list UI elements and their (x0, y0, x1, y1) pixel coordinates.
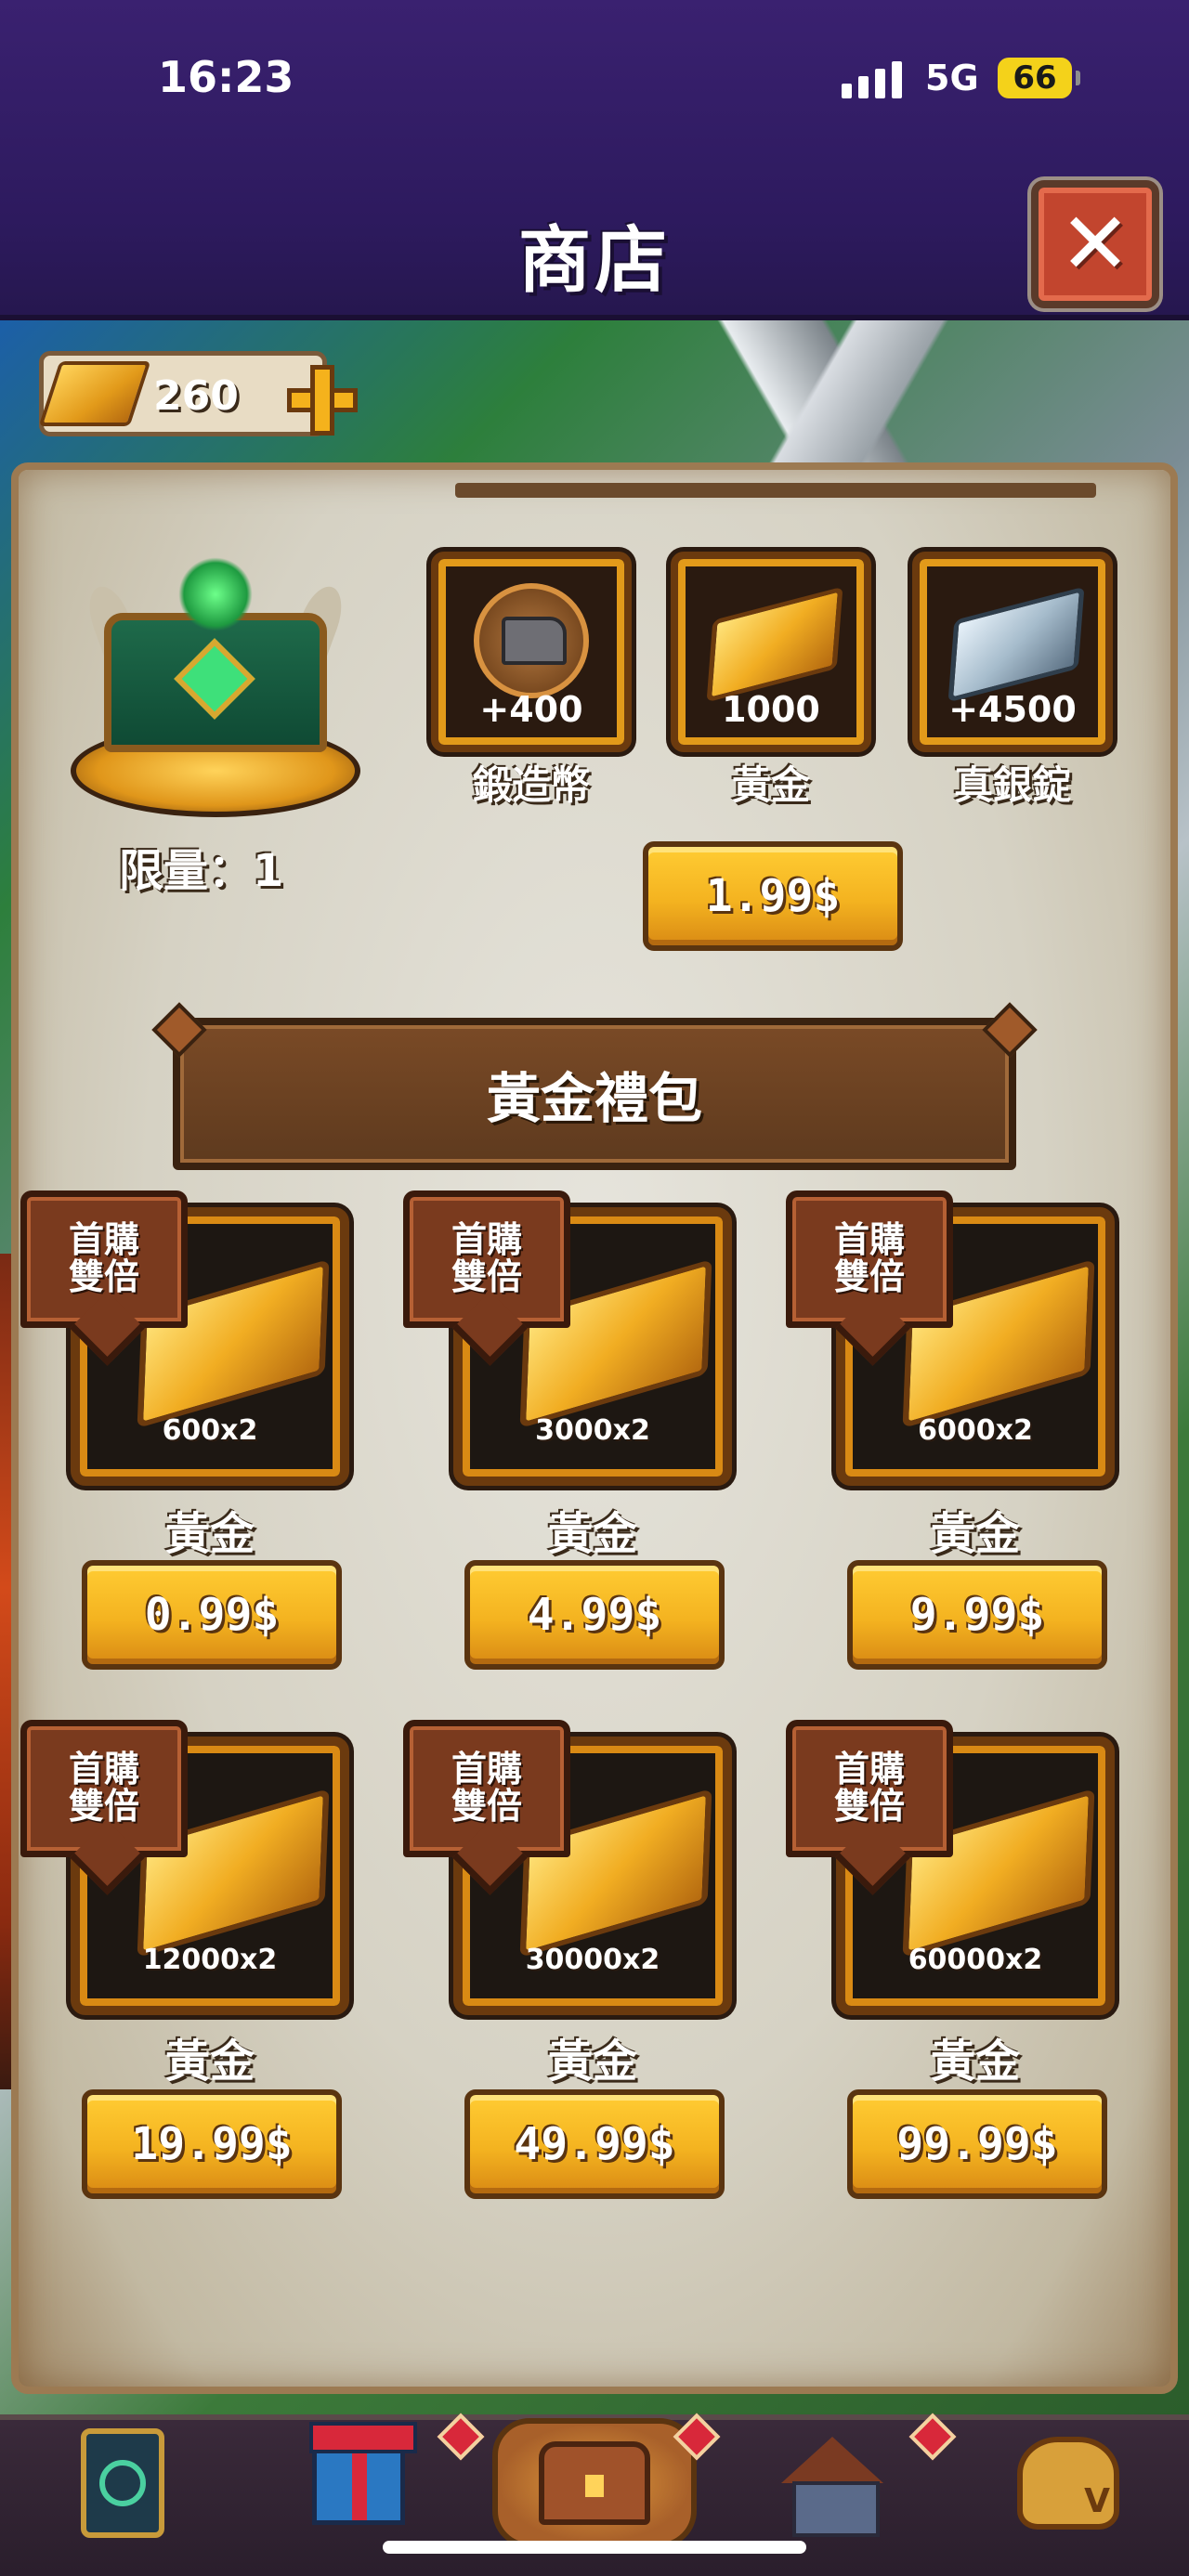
gold-bar-icon (38, 361, 151, 426)
item-quantity: 1000 (722, 689, 820, 730)
mountains-decoration (576, 320, 1096, 478)
offer-name: 黃金 (164, 2036, 255, 2088)
featured-price-button[interactable]: 1.99$ (643, 841, 903, 951)
nav-gifts[interactable] (294, 2418, 424, 2548)
badge-line2: 雙倍 (451, 1256, 522, 1297)
badge-line1: 首購 (833, 1219, 905, 1261)
offer-quantity: 3000x2 (535, 1414, 650, 1447)
item-quantity: +4500 (948, 689, 1077, 730)
close-button[interactable]: ✕ (1031, 180, 1159, 308)
anvil-coin-icon (474, 583, 589, 698)
featured-item-gold: 1000 (671, 552, 871, 752)
item-name: 黃金 (731, 762, 810, 808)
featured-item-forge-coin: +400 (431, 552, 632, 752)
offer-name: 黃金 (930, 1508, 1020, 1560)
gift-icon (309, 2422, 417, 2525)
house-icon (781, 2437, 883, 2537)
badge-line1: 首購 (68, 1749, 139, 1790)
nav-shop[interactable] (492, 2418, 697, 2548)
signal-icon (842, 61, 907, 98)
nav-vip[interactable] (1003, 2418, 1133, 2548)
offer-quantity: 60000x2 (908, 1944, 1043, 1976)
silver-ingot-icon (947, 586, 1085, 703)
featured-item-silver: +4500 (912, 552, 1113, 752)
badge-line1: 首購 (833, 1749, 905, 1790)
offer-name: 黃金 (930, 2036, 1020, 2088)
gold-pack-banner: 黃金禮包 (173, 1018, 1016, 1170)
item-name: 鍛造幣 (472, 762, 590, 808)
badge-line1: 首購 (451, 1219, 522, 1261)
nav-cards[interactable] (58, 2418, 188, 2548)
offer-quantity: 6000x2 (918, 1414, 1033, 1447)
first-purchase-double-badge: 首購 雙倍 (403, 1190, 570, 1328)
status-time: 16:23 (158, 52, 294, 102)
treasure-chest-icon (67, 557, 364, 826)
badge-line2: 雙倍 (68, 1256, 139, 1297)
price-button[interactable]: 9.99$ (847, 1560, 1107, 1670)
card-icon (81, 2428, 164, 2538)
badge-line2: 雙倍 (451, 1786, 522, 1827)
treasure-chest-icon (539, 2441, 650, 2525)
first-purchase-double-badge: 首購 雙倍 (786, 1190, 953, 1328)
first-purchase-double-badge: 首購 雙倍 (786, 1720, 953, 1857)
price-button[interactable]: 0.99$ (82, 1560, 342, 1670)
badge-line1: 首購 (68, 1219, 139, 1261)
price-button[interactable]: 19.99$ (82, 2089, 342, 2199)
nav-base[interactable] (767, 2418, 897, 2548)
page-title: 商店 (517, 219, 671, 303)
battery-icon: 66 (998, 58, 1080, 98)
top-header: 16:23 5G 66 商店 ✕ (0, 0, 1189, 320)
gold-amount: 260 (153, 372, 239, 420)
price-button[interactable]: 4.99$ (464, 1560, 725, 1670)
plus-icon[interactable] (287, 365, 358, 436)
badge-line2: 雙倍 (68, 1786, 139, 1827)
offer-quantity: 600x2 (162, 1414, 258, 1447)
offer-name: 黃金 (547, 1508, 637, 1560)
item-quantity: +400 (479, 689, 583, 730)
offer-name: 黃金 (164, 1508, 255, 1560)
close-icon: ✕ (1059, 194, 1131, 293)
gold-bar-icon (706, 586, 843, 703)
first-purchase-double-badge: 首購 雙倍 (403, 1720, 570, 1857)
offer-quantity: 12000x2 (142, 1944, 278, 1976)
price-button[interactable]: 49.99$ (464, 2089, 725, 2199)
offer-quantity: 30000x2 (525, 1944, 660, 1976)
panel-divider (455, 483, 1096, 498)
first-purchase-double-badge: 首購 雙倍 (20, 1190, 188, 1328)
offer-name: 黃金 (547, 2036, 637, 2088)
badge-line2: 雙倍 (833, 1786, 905, 1827)
network-label: 5G (925, 58, 979, 98)
money-bag-icon (1017, 2437, 1119, 2530)
home-indicator (383, 2541, 806, 2554)
badge-line2: 雙倍 (833, 1256, 905, 1297)
badge-line1: 首購 (451, 1749, 522, 1790)
item-name: 真銀錠 (953, 762, 1071, 808)
gold-currency-counter: 260 (38, 351, 358, 436)
first-purchase-double-badge: 首購 雙倍 (20, 1720, 188, 1857)
purchase-limit-label: 限量：1 (119, 845, 284, 897)
price-button[interactable]: 99.99$ (847, 2089, 1107, 2199)
